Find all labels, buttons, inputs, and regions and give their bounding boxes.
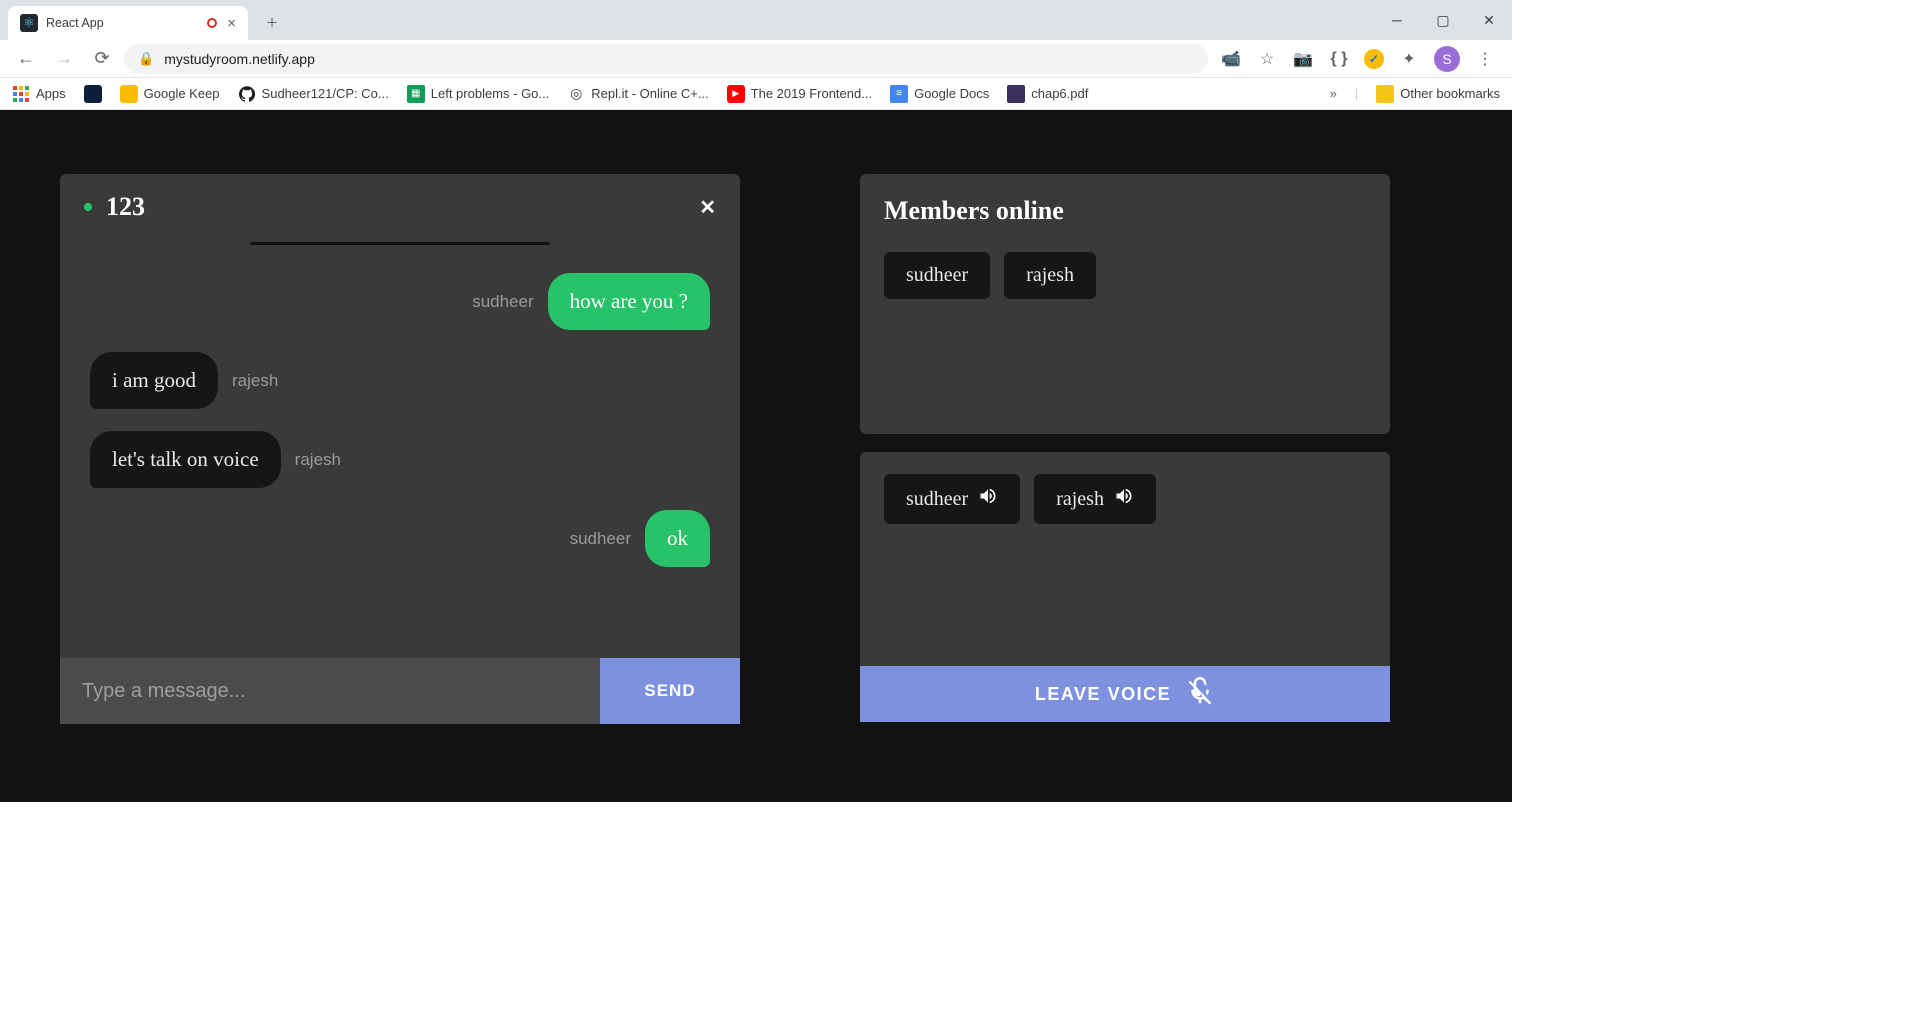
member-chip[interactable]: rajesh xyxy=(1004,252,1096,299)
leave-voice-button[interactable]: LEAVE VOICE xyxy=(860,666,1390,722)
bookmark-sheets[interactable]: ▦ Left problems - Go... xyxy=(407,85,550,103)
side-column: Members online sudheer rajesh sudheer xyxy=(860,174,1390,762)
bookmark-apps[interactable]: Apps xyxy=(12,85,66,103)
bookmark-item[interactable] xyxy=(84,85,102,103)
keep-icon xyxy=(120,85,138,103)
message-bubble: i am good xyxy=(90,352,218,409)
message-row: sudheer how are you ? xyxy=(90,273,710,330)
browser-window: ⚛ React App × + ─ ▢ ✕ ← → ⟳ 🔒 mystudyroo… xyxy=(0,0,1512,802)
message-author: rajesh xyxy=(232,371,278,391)
sheets-icon: ▦ xyxy=(407,85,425,103)
message-input[interactable] xyxy=(60,658,600,724)
message-row: sudheer ok xyxy=(90,510,710,567)
reload-button[interactable]: ⟳ xyxy=(86,43,118,75)
divider xyxy=(250,242,550,245)
member-chip[interactable]: sudheer xyxy=(884,252,990,299)
other-bookmarks[interactable]: Other bookmarks xyxy=(1376,85,1500,103)
extensions-icon[interactable]: ✦ xyxy=(1398,48,1420,70)
voice-panel: sudheer rajesh xyxy=(860,452,1390,722)
profile-avatar[interactable]: S xyxy=(1434,46,1460,72)
message-row: i am good rajesh xyxy=(90,352,710,409)
replit-icon: ◎ xyxy=(567,85,585,103)
bookmark-replit[interactable]: ◎ Repl.it - Online C+... xyxy=(567,85,708,103)
tab-title: React App xyxy=(46,16,104,30)
message-author: sudheer xyxy=(472,292,533,312)
docs-icon: ≡ xyxy=(890,85,908,103)
window-controls: ─ ▢ ✕ xyxy=(1374,0,1512,40)
volume-icon xyxy=(1114,486,1134,512)
generic-bookmark-icon xyxy=(84,85,102,103)
message-bubble: let's talk on voice xyxy=(90,431,281,488)
youtube-icon: ▶ xyxy=(727,85,745,103)
messages-list[interactable]: sudheer how are you ? i am good rajesh l… xyxy=(60,232,740,658)
voice-chip[interactable]: rajesh xyxy=(1034,474,1156,524)
bookmark-youtube[interactable]: ▶ The 2019 Frontend... xyxy=(727,85,872,103)
voice-participants: sudheer rajesh xyxy=(884,474,1366,524)
app-page: 123 ✕ sudheer how are you ? i am good ra… xyxy=(0,110,1512,802)
bookmark-github[interactable]: Sudheer121/CP: Co... xyxy=(238,85,389,103)
online-indicator-icon xyxy=(84,203,92,211)
compose-bar: SEND xyxy=(60,658,740,724)
toolbar-icons: 📹 ☆ 📷 { } ✓ ✦ S ⋮ xyxy=(1214,46,1502,72)
tab-bar: ⚛ React App × + ─ ▢ ✕ xyxy=(0,0,1512,40)
message-bubble: how are you ? xyxy=(548,273,710,330)
devtools-icon[interactable]: { } xyxy=(1328,48,1350,70)
minimize-button[interactable]: ─ xyxy=(1374,0,1420,40)
message-row: let's talk on voice rajesh xyxy=(90,431,710,488)
message-bubble: ok xyxy=(645,510,710,567)
folder-icon xyxy=(1376,85,1394,103)
members-title: Members online xyxy=(884,196,1366,226)
bookmark-google-keep[interactable]: Google Keep xyxy=(120,85,220,103)
url-input[interactable]: 🔒 mystudyroom.netlify.app xyxy=(124,44,1208,74)
forward-button[interactable]: → xyxy=(48,43,80,75)
members-list: sudheer rajesh xyxy=(884,252,1366,299)
address-bar: ← → ⟳ 🔒 mystudyroom.netlify.app 📹 ☆ 📷 { … xyxy=(0,40,1512,78)
bookmark-pdf[interactable]: chap6.pdf xyxy=(1007,85,1088,103)
chat-panel: 123 ✕ sudheer how are you ? i am good ra… xyxy=(60,174,740,724)
maximize-button[interactable]: ▢ xyxy=(1420,0,1466,40)
close-chat-button[interactable]: ✕ xyxy=(699,195,716,220)
extension-check-icon[interactable]: ✓ xyxy=(1364,49,1384,69)
bookmarks-overflow-icon[interactable]: » xyxy=(1330,86,1337,101)
room-name: 123 xyxy=(106,192,145,222)
send-button[interactable]: SEND xyxy=(600,658,740,724)
recording-indicator-icon xyxy=(207,18,217,28)
new-tab-button[interactable]: + xyxy=(258,9,286,37)
url-text: mystudyroom.netlify.app xyxy=(164,51,315,67)
close-tab-button[interactable]: × xyxy=(225,15,238,32)
back-button[interactable]: ← xyxy=(10,43,42,75)
close-window-button[interactable]: ✕ xyxy=(1466,0,1512,40)
pdf-icon xyxy=(1007,85,1025,103)
message-author: rajesh xyxy=(295,450,341,470)
bookmark-docs[interactable]: ≡ Google Docs xyxy=(890,85,989,103)
apps-grid-icon xyxy=(12,85,30,103)
members-panel: Members online sudheer rajesh xyxy=(860,174,1390,434)
chat-header: 123 ✕ xyxy=(60,174,740,232)
bookmark-star-icon[interactable]: ☆ xyxy=(1256,48,1278,70)
camera-icon[interactable]: 📷 xyxy=(1292,48,1314,70)
menu-icon[interactable]: ⋮ xyxy=(1474,48,1496,70)
voice-chip[interactable]: sudheer xyxy=(884,474,1020,524)
bookmarks-bar: Apps Google Keep Sudheer121/CP: Co... ▦ … xyxy=(0,78,1512,110)
lock-icon: 🔒 xyxy=(138,51,154,67)
volume-icon xyxy=(978,486,998,512)
github-icon xyxy=(238,85,256,103)
mic-off-icon xyxy=(1185,677,1215,712)
camera-recording-icon[interactable]: 📹 xyxy=(1220,48,1242,70)
react-favicon-icon: ⚛ xyxy=(20,14,38,32)
browser-tab[interactable]: ⚛ React App × xyxy=(8,6,248,40)
message-author: sudheer xyxy=(570,529,631,549)
